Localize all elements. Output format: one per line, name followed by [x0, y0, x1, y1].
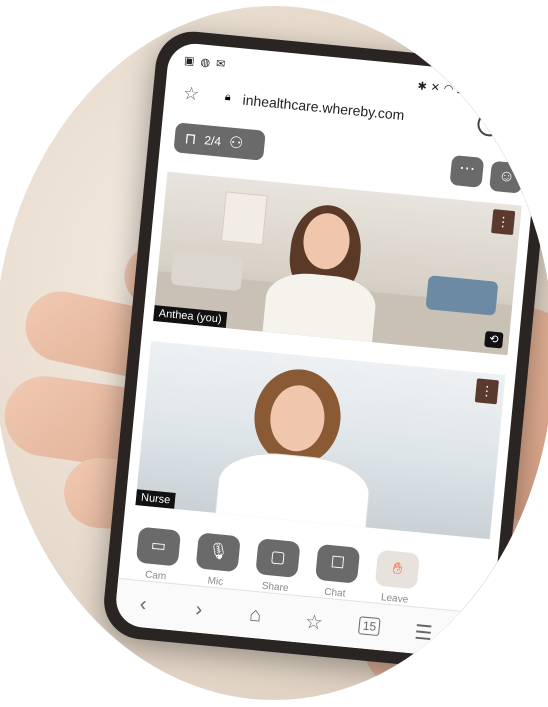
participant-name-tag: Nurse — [135, 489, 177, 509]
more-options-button[interactable]: ⋯ — [449, 154, 485, 188]
camera-icon[interactable]: ▭ — [135, 526, 182, 567]
leave-control[interactable]: ✋︎ Leave — [371, 549, 422, 606]
phone-screen: ▣ ◍ ✉ ✱ ✕ ◠ ▴ 94% ▮ 16:46 ☆ 🔒︎ inhealthc… — [113, 41, 545, 661]
participant-count: 2/4 — [203, 133, 222, 149]
video-tile-remote: ⋮ Nurse — [135, 340, 506, 540]
bluetooth-icon: ✱ — [416, 80, 428, 94]
participant-body — [261, 269, 378, 351]
bookmarks-icon[interactable]: ☆ — [304, 609, 324, 636]
pillow — [170, 250, 244, 292]
home-icon[interactable]: ⌂ — [248, 604, 262, 628]
wifi-icon: ◠ — [443, 82, 454, 96]
smartphone: ▣ ◍ ✉ ✱ ✕ ◠ ▴ 94% ▮ 16:46 ☆ 🔒︎ inhealthc… — [100, 28, 548, 674]
tile-menu-button[interactable]: ⋮ — [491, 209, 516, 236]
menu-icon[interactable]: ☰ — [413, 620, 433, 647]
bag-icon: ◍ — [199, 56, 211, 70]
reload-icon[interactable]: ↻ — [514, 113, 533, 139]
notification-badge: N — [469, 614, 485, 631]
hand-wave-icon[interactable]: ✋︎ — [374, 549, 420, 590]
mail-icon: ✉ — [215, 57, 226, 71]
lock-icon: 🔒︎ — [224, 90, 232, 104]
room-participants-button[interactable]: ⊓ 2/4 ⚇ — [173, 122, 266, 161]
forward-arrow-icon[interactable]: › — [194, 598, 204, 622]
circular-photo-backdrop: ▣ ◍ ✉ ✱ ✕ ◠ ▴ 94% ▮ 16:46 ☆ 🔒︎ inhealthc… — [0, 6, 548, 700]
chat-control[interactable]: ☐ Chat — [311, 543, 362, 601]
chat-icon[interactable]: ☐ — [315, 543, 361, 584]
flip-camera-icon[interactable]: ⟲ — [484, 330, 504, 349]
bookmark-star-icon[interactable]: ☆ — [182, 83, 200, 105]
people-icon: ⚇ — [228, 134, 244, 153]
participant-body — [213, 448, 373, 540]
tabs-button[interactable]: 15 — [358, 616, 381, 637]
person-icon: ☺ — [497, 167, 516, 186]
video-tile-self: ⋮ ⟲ Anthea (you) — [153, 171, 522, 356]
pillow — [425, 275, 499, 316]
url-text[interactable]: inhealthcare.whereby.com — [242, 92, 405, 123]
microphone-icon[interactable]: 🎙︎ — [195, 532, 241, 573]
mic-control[interactable]: 🎙︎ Mic — [192, 532, 243, 589]
profile-button[interactable]: ☺ — [489, 160, 524, 194]
screen-share-icon[interactable]: ▢ — [255, 538, 301, 578]
back-arrow-icon[interactable]: ‹ — [139, 593, 148, 617]
unlock-icon: ⊓ — [183, 130, 198, 149]
mute-icon: ✕ — [430, 81, 441, 95]
status-left-icons: ▣ ◍ ✉ — [184, 54, 226, 71]
share-control[interactable]: ▢ Share — [252, 538, 303, 595]
signal-icon: ▴ — [456, 84, 464, 97]
background-shelf — [221, 191, 268, 246]
tile-menu-button[interactable]: ⋮ — [474, 378, 499, 405]
battery-time: 94% ▮ 16:46 — [466, 85, 529, 103]
image-icon: ▣ — [183, 54, 196, 68]
cam-control[interactable]: ▭ Cam — [132, 526, 183, 583]
download-icon[interactable]: ↓ — [476, 111, 503, 138]
status-right: ✱ ✕ ◠ ▴ 94% ▮ 16:46 — [417, 79, 529, 103]
photo-stage: ▣ ◍ ✉ ✱ ✕ ◠ ▴ 94% ▮ 16:46 ☆ 🔒︎ inhealthc… — [0, 0, 548, 707]
